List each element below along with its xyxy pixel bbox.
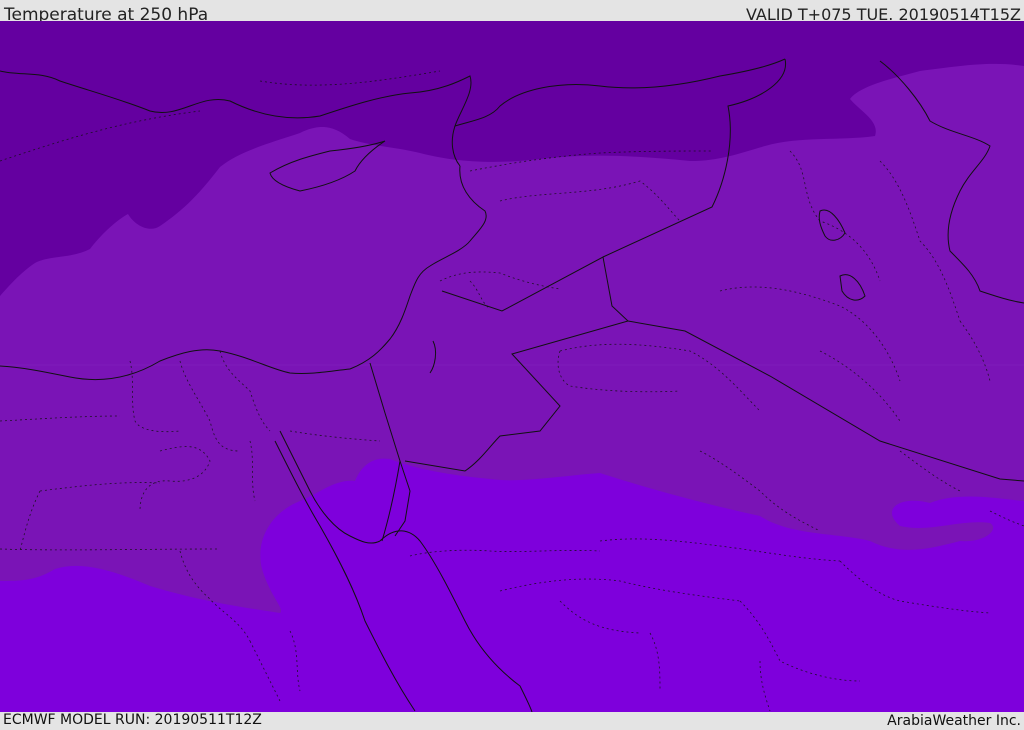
footer-bar: ECMWF MODEL RUN: 20190511T12Z ArabiaWeat… bbox=[0, 712, 1024, 729]
weather-map[interactable] bbox=[0, 21, 1024, 712]
header-bar: Temperature at 250 hPa VALID T+075 TUE. … bbox=[0, 0, 1024, 25]
credit-label: ArabiaWeather Inc. bbox=[887, 713, 1021, 729]
model-run-label: ECMWF MODEL RUN: 20190511T12Z bbox=[3, 712, 262, 728]
